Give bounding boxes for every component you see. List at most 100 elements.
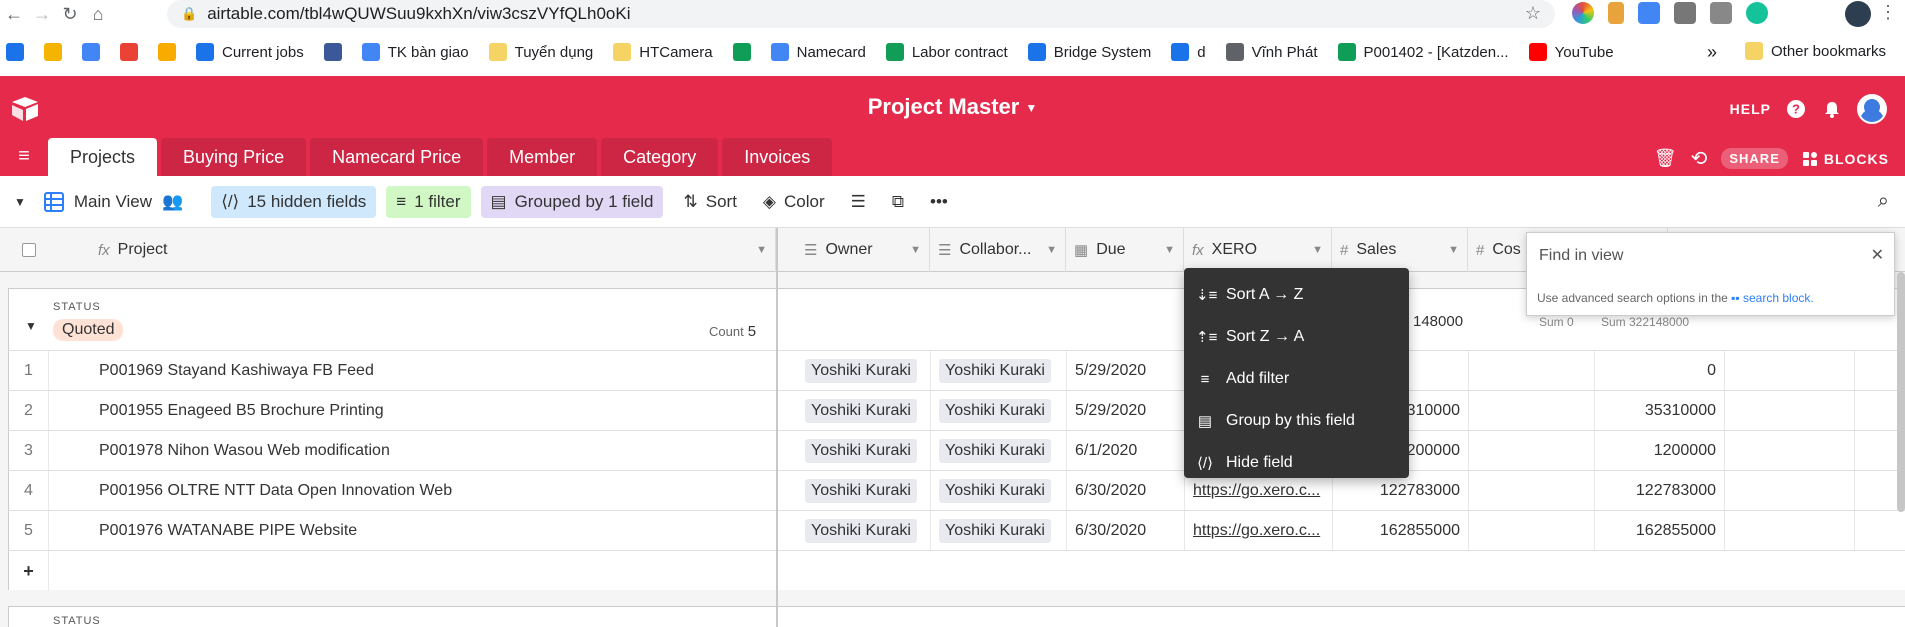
select-all-checkbox[interactable] bbox=[22, 243, 36, 257]
xero-cell[interactable]: https://go.xero.c... bbox=[1185, 511, 1333, 551]
extension-color-icon[interactable] bbox=[1572, 2, 1594, 24]
owner-cell[interactable]: Yoshiki Kuraki bbox=[797, 471, 931, 511]
tab-category[interactable]: Category bbox=[601, 138, 719, 176]
tab-buying-price[interactable]: Buying Price bbox=[161, 138, 307, 176]
bookmark-item[interactable]: Bridge System bbox=[1027, 43, 1151, 61]
column-header-collaborator[interactable]: ☰ Collabor... ▼ bbox=[930, 228, 1066, 272]
due-cell[interactable]: 5/29/2020 bbox=[1067, 351, 1185, 391]
menu-item-group-by-this-field[interactable]: ▤ Group by this field bbox=[1184, 400, 1409, 442]
extension-puzzle-icon[interactable] bbox=[1710, 2, 1732, 24]
group-button[interactable]: ▤ Grouped by 1 field bbox=[480, 185, 664, 218]
project-cell[interactable]: P001978 Nihon Wasou Web modification bbox=[91, 431, 777, 471]
bookmark-item[interactable]: d bbox=[1171, 43, 1206, 61]
bookmarks-overflow-icon[interactable]: » bbox=[1707, 42, 1717, 63]
empty-cell[interactable] bbox=[1725, 511, 1855, 551]
sales-cell[interactable]: 162855000 bbox=[1333, 511, 1469, 551]
extension-camera-icon[interactable] bbox=[1674, 2, 1696, 24]
help-link[interactable]: HELP bbox=[1730, 101, 1771, 117]
bookmark-item[interactable]: HTCamera bbox=[613, 43, 713, 61]
base-title[interactable]: Project Master ▼ bbox=[0, 94, 1905, 120]
due-cell[interactable]: 6/30/2020 bbox=[1067, 471, 1185, 511]
empty-cell[interactable] bbox=[1725, 391, 1855, 431]
share-view-icon[interactable]: ⧉ bbox=[882, 192, 914, 212]
chevron-down-icon[interactable]: ▼ bbox=[1312, 244, 1323, 256]
extension-grammarly-icon[interactable] bbox=[1746, 2, 1768, 24]
tab-invoices[interactable]: Invoices bbox=[722, 138, 833, 176]
add-row-button[interactable]: + bbox=[8, 550, 1905, 591]
owner-cell[interactable]: Yoshiki Kuraki bbox=[797, 351, 931, 391]
menu-item-sort-a-z[interactable]: ⇣≡ Sort A → Z bbox=[1184, 274, 1409, 316]
project-cell[interactable]: P001955 Enageed B5 Brochure Printing bbox=[91, 391, 777, 431]
bookmark-item[interactable]: Labor contract bbox=[885, 43, 1008, 61]
bookmark-item[interactable]: P001402 - [Katzden... bbox=[1337, 43, 1509, 61]
project-cell[interactable]: P001969 Stayand Kashiwaya FB Feed bbox=[91, 351, 777, 391]
back-icon[interactable]: ← bbox=[0, 0, 28, 28]
frozen-column-divider[interactable] bbox=[776, 228, 778, 627]
other-bookmarks[interactable]: Other bookmarks bbox=[1745, 42, 1886, 60]
owner-cell[interactable]: Yoshiki Kuraki bbox=[797, 391, 931, 431]
user-avatar[interactable] bbox=[1857, 94, 1887, 124]
column-header-project[interactable]: fx Project ▼ bbox=[90, 228, 776, 272]
owner-cell[interactable]: Yoshiki Kuraki bbox=[797, 511, 931, 551]
tab-member[interactable]: Member bbox=[487, 138, 598, 176]
cost-cell[interactable] bbox=[1469, 391, 1595, 431]
collaborator-cell[interactable]: Yoshiki Kuraki bbox=[931, 511, 1067, 551]
bookmark-item[interactable] bbox=[158, 43, 184, 61]
bookmark-item[interactable] bbox=[44, 43, 70, 61]
cost-cell[interactable] bbox=[1469, 351, 1595, 391]
bookmark-item[interactable]: Tuyển dụng bbox=[488, 43, 593, 61]
column-header-xero[interactable]: fx XERO ▼ bbox=[1184, 228, 1332, 272]
bookmark-item[interactable]: Current jobs bbox=[196, 43, 304, 61]
project-cell[interactable]: P001956 OLTRE NTT Data Open Innovation W… bbox=[91, 471, 777, 511]
view-switcher-toggle[interactable]: ▼ bbox=[14, 195, 26, 209]
bookmark-item[interactable] bbox=[6, 43, 32, 61]
value-cell[interactable]: 1200000 bbox=[1595, 431, 1725, 471]
value-cell[interactable]: 0 bbox=[1595, 351, 1725, 391]
chevron-down-icon[interactable]: ▼ bbox=[1046, 244, 1057, 256]
menu-item-hide-field[interactable]: ⟨/⟩ Hide field bbox=[1184, 442, 1409, 484]
collaborator-cell[interactable]: Yoshiki Kuraki bbox=[931, 391, 1067, 431]
find-input[interactable]: Find in view bbox=[1539, 247, 1623, 265]
address-bar[interactable]: 🔒 airtable.com/tbl4wQUWSuu9kxhXn/viw3csz… bbox=[167, 0, 1555, 28]
table-row[interactable]: 1 P001969 Stayand Kashiwaya FB Feed Yoshik… bbox=[8, 350, 1905, 391]
help-icon[interactable]: ? bbox=[1785, 98, 1807, 120]
collapse-group-icon[interactable]: ▼ bbox=[25, 319, 37, 333]
profile-avatar[interactable] bbox=[1845, 1, 1871, 27]
chevron-down-icon[interactable]: ▼ bbox=[1448, 244, 1459, 256]
tab-namecard-price[interactable]: Namecard Price bbox=[310, 138, 484, 176]
home-icon[interactable]: ⌂ bbox=[84, 0, 112, 28]
due-cell[interactable]: 6/30/2020 bbox=[1067, 511, 1185, 551]
xero-link[interactable]: https://go.xero.c... bbox=[1193, 482, 1320, 500]
cost-cell[interactable] bbox=[1469, 431, 1595, 471]
value-cell[interactable]: 122783000 bbox=[1595, 471, 1725, 511]
view-name-button[interactable]: Main View bbox=[43, 191, 152, 212]
bookmark-item[interactable] bbox=[120, 43, 146, 61]
hidden-fields-button[interactable]: ⟨/⟩ 15 hidden fields bbox=[211, 185, 377, 218]
chevron-down-icon[interactable]: ▼ bbox=[1164, 244, 1175, 256]
share-button[interactable]: SHARE bbox=[1721, 148, 1788, 169]
value-cell[interactable]: 35310000 bbox=[1595, 391, 1725, 431]
forward-icon[interactable]: → bbox=[28, 0, 56, 28]
search-block-link[interactable]: search block. bbox=[1743, 291, 1814, 305]
menu-item-sort-z-a[interactable]: ⇡≡ Sort Z → A bbox=[1184, 316, 1409, 358]
close-icon[interactable]: ✕ bbox=[1871, 245, 1884, 265]
owner-cell[interactable]: Yoshiki Kuraki bbox=[797, 431, 931, 471]
blocks-button[interactable]: BLOCKS bbox=[1802, 151, 1889, 167]
bookmark-item[interactable] bbox=[82, 43, 108, 61]
trash-icon[interactable]: 🗑 bbox=[1654, 148, 1677, 169]
extension-pin-icon[interactable] bbox=[1608, 2, 1624, 24]
empty-cell[interactable] bbox=[1725, 351, 1855, 391]
due-cell[interactable]: 5/29/2020 bbox=[1067, 391, 1185, 431]
empty-cell[interactable] bbox=[1725, 431, 1855, 471]
chevron-down-icon[interactable]: ▼ bbox=[910, 244, 921, 256]
table-row[interactable]: 5 P001976 WATANABE PIPE Website Yoshiki Ku… bbox=[8, 510, 1905, 551]
cost-cell[interactable] bbox=[1469, 511, 1595, 551]
collaborator-cell[interactable]: Yoshiki Kuraki bbox=[931, 431, 1067, 471]
search-icon[interactable]: ⌕ bbox=[1878, 190, 1889, 213]
collaborator-cell[interactable]: Yoshiki Kuraki bbox=[931, 471, 1067, 511]
collaborators-icon[interactable]: 👥 bbox=[162, 192, 183, 212]
bookmark-item[interactable] bbox=[732, 43, 759, 61]
tab-projects[interactable]: Projects bbox=[48, 138, 158, 176]
row-height-icon[interactable]: ☰ bbox=[841, 192, 876, 212]
collaborator-cell[interactable]: Yoshiki Kuraki bbox=[931, 351, 1067, 391]
